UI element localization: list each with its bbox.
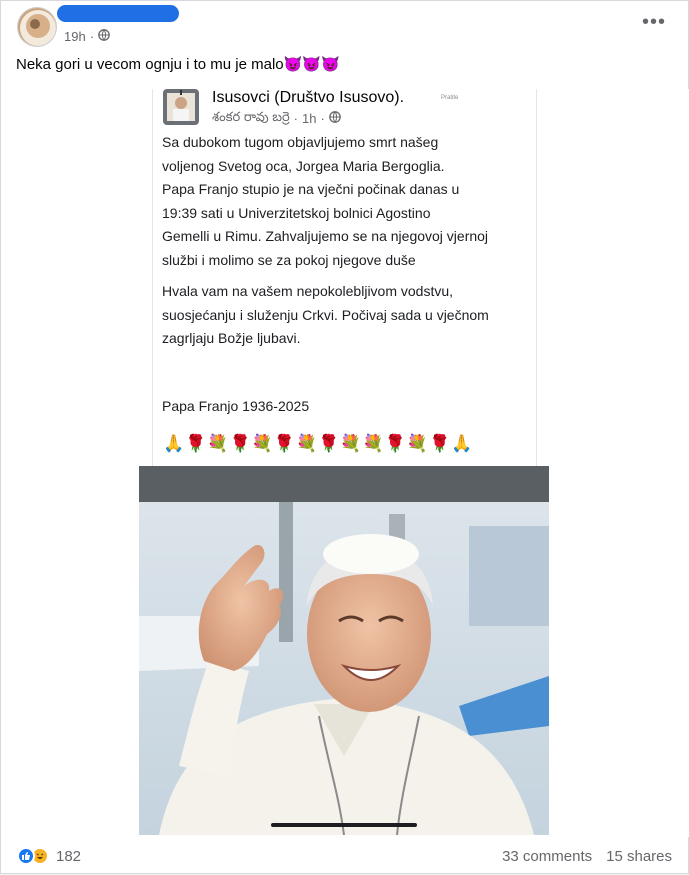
text-line: Hvala vam na vašem nepokolebljivom vodst… — [162, 283, 454, 299]
engagement-counts: 33 comments 15 shares — [502, 848, 672, 865]
like-icon — [17, 847, 35, 865]
redacted-author-name — [57, 5, 179, 22]
text-line: Sa dubokom tugom objavljujemo smrt našeg — [162, 134, 439, 150]
shared-paragraph-2: Hvala vam na vašem nepokolebljivom vodst… — [162, 280, 532, 351]
meta-separator: · — [89, 29, 95, 44]
text-line: Gemelli u Rimu. Zahvaljujemo se na njego… — [162, 228, 489, 244]
author-avatar[interactable] — [17, 7, 57, 47]
shared-author: శంకర రావు బర్రె — [212, 109, 290, 124]
shared-follow-label: Pratite — [441, 95, 459, 101]
shared-time: 1h — [302, 111, 317, 126]
shared-paragraph-1: Sa dubokom tugom objavljujemo smrt našeg… — [162, 131, 532, 272]
facebook-post: 19h · ••• Neka gori u vecom ognju i to m… — [0, 0, 689, 874]
reaction-count: 182 — [56, 847, 82, 865]
more-options-icon[interactable]: ••• — [642, 12, 666, 32]
text-line: voljenog Svetog oca, Jorgea Maria Bergog… — [162, 157, 445, 174]
post-time[interactable]: 19h — [64, 29, 86, 44]
pope-photo — [139, 466, 549, 835]
shared-post-screenshot: Isusovci (Društvo Isusovo). Pratite శంకర… — [152, 89, 537, 467]
text-line: Papa Franjo stupio je na vječni počinak … — [162, 181, 460, 197]
text-line: službi i molimo se za pokoj njegove duše — [162, 251, 416, 268]
text-line: suosjećanju i služenju Crkvi. Počivaj sa… — [162, 306, 489, 323]
post-meta: 19h · — [64, 29, 110, 44]
globe-icon — [328, 111, 341, 126]
post-footer: 182 33 comments 15 shares — [1, 837, 689, 875]
reaction-summary[interactable]: 182 — [17, 847, 81, 865]
shared-page-avatar — [163, 89, 199, 125]
globe-icon — [98, 29, 110, 44]
shared-signature: Papa Franjo 1936-2025 — [162, 398, 310, 414]
post-media[interactable]: Isusovci (Društvo Isusovo). Pratite శంకర… — [1, 89, 689, 837]
shares-count[interactable]: 15 shares — [606, 848, 672, 865]
post-caption: Neka gori u vecom ognju i to mu je malo😈… — [16, 56, 340, 73]
post-header: 19h · ••• — [15, 5, 674, 49]
shared-post-meta: శంకర రావు బర్రె · 1h · — [212, 109, 341, 128]
text-line: zagrljaju Božje ljubavi. — [162, 330, 301, 346]
text-line: 19:39 sati u Univerzitetskoj bolnici Ago… — [162, 204, 431, 221]
shared-page-name: Isusovci (Društvo Isusovo). — [212, 89, 405, 106]
emoji-row: 🙏🌹💐🌹💐🌹💐🌹💐💐🌹💐🌹🙏 — [163, 434, 474, 453]
comments-count[interactable]: 33 comments — [502, 848, 592, 865]
